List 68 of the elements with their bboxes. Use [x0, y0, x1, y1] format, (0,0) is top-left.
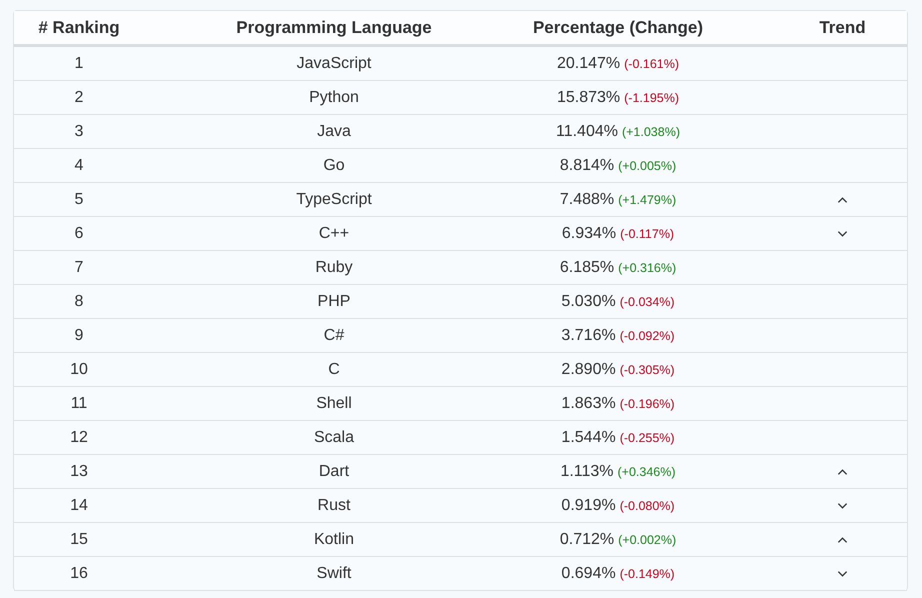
table-cell: 9 — [74, 326, 84, 344]
table-cell: PHP — [318, 292, 350, 310]
percentage-value: 20.147% — [556, 54, 620, 72]
change-value: (-0.196%) — [620, 396, 675, 410]
percentage-value: 5.030% — [561, 292, 616, 310]
table-cell: Python — [309, 88, 359, 106]
change-value: (-0.161%) — [624, 56, 680, 70]
change-value: (-0.092%) — [620, 328, 675, 342]
change-value: (-0.117%) — [620, 226, 674, 240]
table-cell: 14 — [70, 496, 88, 514]
change-value: (+0.005%) — [618, 158, 676, 172]
table-cell: 7 — [74, 258, 84, 276]
table-cell: 5 — [74, 190, 84, 208]
percentage-value: 0.694% — [561, 564, 616, 582]
table-cell: 6 — [74, 224, 84, 242]
table-cell: 1 — [74, 54, 84, 72]
percentage-value: 1.113% — [560, 462, 614, 480]
change-value: (-0.080%) — [620, 498, 675, 512]
change-value: (+0.346%) — [618, 464, 676, 478]
table-cell: 16 — [70, 564, 88, 582]
change-value: (-0.034%) — [620, 294, 675, 308]
table-cell: Rust — [318, 496, 350, 514]
change-value: (-1.195%) — [624, 90, 680, 104]
column-header: Trend — [819, 18, 866, 38]
table-cell: JavaScript — [296, 54, 372, 72]
table-cell: 12 — [70, 428, 88, 446]
percentage-value: 0.712% — [560, 530, 614, 548]
percentage-value: 8.814% — [560, 156, 614, 174]
percentage-value: 1.863% — [561, 394, 616, 412]
change-value: (-0.149%) — [620, 566, 675, 580]
change-value: (+0.002%) — [618, 532, 676, 546]
table-cell: Kotlin — [314, 530, 354, 548]
table-cell: Swift — [316, 564, 352, 582]
table-cell: 15 — [70, 530, 88, 548]
table-cell: 2 — [74, 88, 84, 106]
table-cell: 10 — [70, 360, 88, 378]
table-cell: Go — [323, 156, 345, 174]
table-cell: 3 — [74, 122, 84, 140]
change-value: (+1.038%) — [622, 124, 680, 138]
table-cell: Java — [317, 122, 351, 140]
percentage-value: 0.919% — [561, 496, 616, 514]
table-cell: Scala — [314, 428, 354, 446]
percentage-value: 15.873% — [556, 88, 620, 106]
table-cell: Shell — [316, 394, 352, 412]
percentage-value: 1.544% — [561, 428, 616, 446]
change-value: (+1.479%) — [618, 192, 676, 206]
change-value: (+0.316%) — [618, 260, 676, 274]
table-cell: 8 — [74, 292, 84, 310]
change-value: (-0.305%) — [620, 362, 675, 376]
table-cell: 11 — [70, 394, 88, 412]
change-value: (-0.255%) — [620, 430, 675, 444]
table-cell: C++ — [318, 224, 350, 242]
percentage-value: 7.488% — [560, 190, 614, 208]
percentage-value: 2.890% — [561, 360, 616, 378]
table-cell: Ruby — [315, 258, 353, 276]
table-cell: Dart — [318, 462, 350, 480]
percentage-value: 6.185% — [560, 258, 614, 276]
percentage-value: 6.934% — [562, 224, 616, 242]
table-cell: 4 — [74, 156, 84, 174]
percentage-value: 3.716% — [561, 326, 616, 344]
column-header: Percentage (Change) — [532, 18, 704, 38]
table-cell: C — [328, 360, 340, 378]
percentage-value: 11.404% — [556, 122, 618, 140]
column-header: Programming Language — [236, 18, 432, 38]
column-header: # Ranking — [38, 18, 120, 38]
table-cell: C# — [324, 326, 344, 344]
table-cell: 13 — [70, 462, 88, 480]
table-cell: TypeScript — [296, 190, 372, 208]
